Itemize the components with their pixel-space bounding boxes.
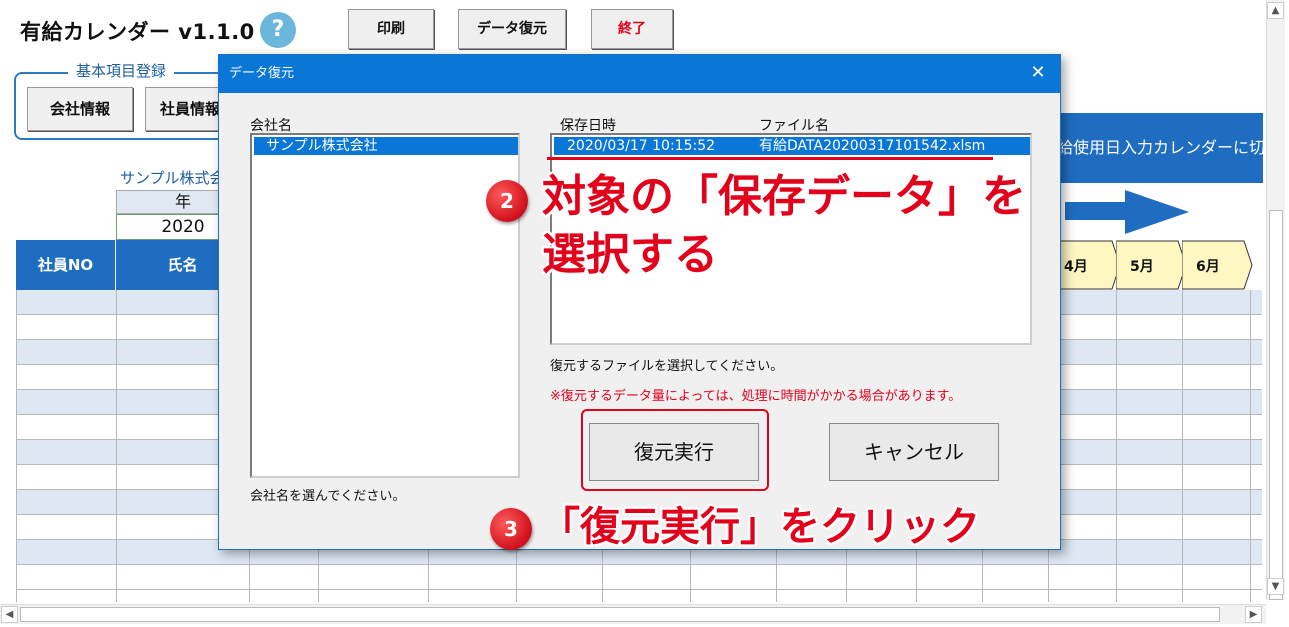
vertical-scroll-thumb[interactable] [1269, 210, 1283, 600]
column-employee-no: 社員NO [16, 240, 116, 290]
down-arrow-icon [1065, 190, 1189, 242]
restore-data-button[interactable]: データ復元 [458, 9, 566, 49]
calendar-switch-banner[interactable]: 給使用日入力カレンダーに切り [1045, 113, 1263, 183]
help-icon[interactable]: ? [260, 12, 296, 48]
dialog-titlebar: データ復元 [219, 55, 1060, 93]
grid-line [16, 290, 17, 602]
scroll-left-icon[interactable]: ◀ [1, 606, 18, 623]
selection-underline [547, 157, 993, 160]
step-2-text-line1: 対象の「保存データ」を [542, 171, 1026, 222]
company-hint: 会社名を選んでください。 [250, 489, 406, 504]
month-tab-may[interactable]: 5月 [1116, 240, 1188, 290]
file-col-name: ファイル名 [759, 118, 829, 134]
close-icon[interactable]: ✕ [1028, 63, 1048, 83]
horizontal-scrollbar[interactable]: ◀ ▶ [0, 604, 1266, 624]
restore-dialog: データ復元 ✕ 会社名 サンプル株式会社 会社名を選んでください。 保存日時 フ… [218, 54, 1061, 550]
horizontal-scroll-thumb[interactable] [20, 607, 1220, 622]
step-2-badge: 2 [486, 180, 528, 222]
scroll-right-icon[interactable]: ▶ [1245, 606, 1262, 623]
file-hint: 復元するファイルを選択してください。 [550, 359, 784, 374]
scroll-down-icon[interactable]: ▼ [1267, 578, 1284, 595]
month-label: 4月 [1064, 259, 1088, 275]
app-title: 有給カレンダー v1.1.0 [20, 20, 255, 44]
step-2-text-line2: 選択する [542, 229, 718, 280]
table-row[interactable] [16, 565, 1262, 590]
grid-line [116, 290, 117, 602]
file-list-item[interactable]: 2020/03/17 10:15:52 有給DATA20200317101542… [554, 137, 1030, 155]
grid-line [1250, 290, 1251, 602]
step-3-text: 「復元実行」をクリック [540, 504, 980, 550]
month-label: 6月 [1196, 259, 1220, 275]
company-name-label: サンプル株式会 [120, 169, 225, 187]
file-col-date: 保存日時 [560, 118, 616, 134]
restore-execute-button[interactable]: 復元実行 [589, 423, 759, 481]
exit-button[interactable]: 終了 [591, 9, 673, 49]
step-3-badge: 3 [490, 508, 532, 550]
file-date: 2020/03/17 10:15:52 [567, 138, 716, 154]
scroll-up-icon[interactable]: ▲ [1267, 2, 1284, 19]
grid-line [1116, 290, 1117, 602]
print-button[interactable]: 印刷 [348, 9, 434, 49]
vertical-scrollbar[interactable]: ▲ ▼ [1266, 0, 1285, 600]
warning-text: ※復元するデータ量によっては、処理に時間がかかる場合があります。 [550, 389, 962, 404]
company-list-item[interactable]: サンプル株式会社 [254, 137, 518, 155]
month-label: 5月 [1130, 259, 1154, 275]
company-list-label: 会社名 [250, 118, 292, 134]
cancel-button[interactable]: キャンセル [829, 423, 999, 481]
company-info-button[interactable]: 会社情報 [27, 87, 133, 131]
grid-line [1182, 290, 1183, 602]
company-listbox[interactable]: サンプル株式会社 [250, 133, 520, 478]
basic-settings-title: 基本項目登録 [68, 60, 175, 81]
month-tab-june[interactable]: 6月 [1182, 240, 1254, 290]
file-name: 有給DATA20200317101542.xlsm [759, 138, 986, 154]
dialog-title: データ復元 [229, 66, 295, 81]
